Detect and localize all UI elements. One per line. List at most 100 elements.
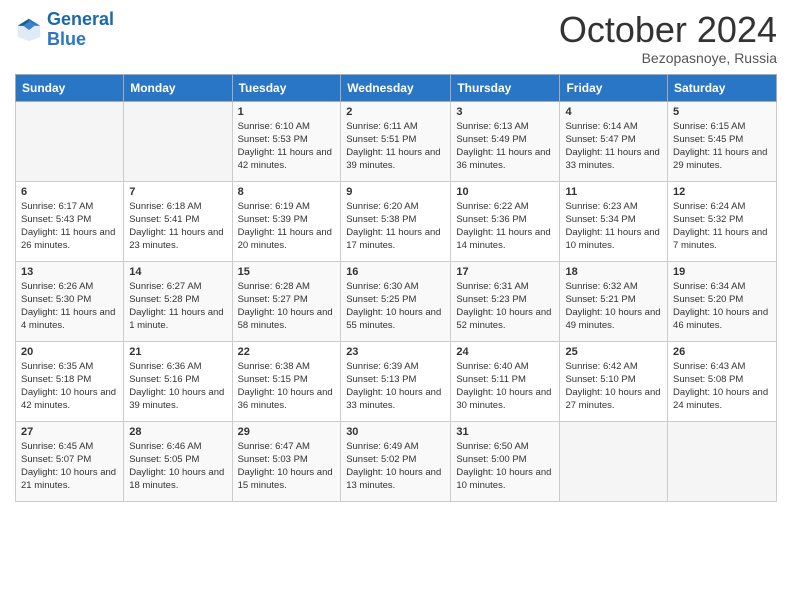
calendar-cell: 23Sunrise: 6:39 AMSunset: 5:13 PMDayligh… xyxy=(341,341,451,421)
day-number: 13 xyxy=(21,266,118,278)
weekday-header-sunday: Sunday xyxy=(16,74,124,101)
month-title: October 2024 xyxy=(559,10,777,50)
day-number: 28 xyxy=(129,426,226,438)
logo-blue: Blue xyxy=(47,29,86,49)
day-info: Sunrise: 6:46 AMSunset: 5:05 PMDaylight:… xyxy=(129,440,226,493)
calendar-cell: 9 Sunrise: 6:20 AMSunset: 5:38 PMDaylight… xyxy=(341,181,451,261)
calendar-cell: 7Sunrise: 6:18 AMSunset: 5:41 PMDaylight… xyxy=(124,181,232,261)
day-number: 23 xyxy=(346,346,445,358)
calendar-cell: 3Sunrise: 6:13 AMSunset: 5:49 PMDaylight… xyxy=(451,101,560,181)
day-info: Sunrise: 6:45 AMSunset: 5:07 PMDaylight:… xyxy=(21,440,118,493)
day-number: 24 xyxy=(456,346,554,358)
calendar-cell: 8 Sunrise: 6:19 AMSunset: 5:39 PMDaylight… xyxy=(232,181,341,261)
weekday-header-monday: Monday xyxy=(124,74,232,101)
title-block: October 2024 Bezopasnoye, Russia xyxy=(559,10,777,66)
day-info: Sunrise: 6:11 AMSunset: 5:51 PMDaylight:… xyxy=(346,120,445,173)
day-number: 15 xyxy=(238,266,336,278)
day-info: Sunrise: 6:18 AMSunset: 5:41 PMDaylight:… xyxy=(129,200,226,253)
day-number: 20 xyxy=(21,346,118,358)
weekday-header-tuesday: Tuesday xyxy=(232,74,341,101)
page: General Blue October 2024 Bezopasnoye, R… xyxy=(0,0,792,612)
day-number: 25 xyxy=(565,346,662,358)
day-number: 1 xyxy=(238,106,336,118)
calendar-cell: 6Sunrise: 6:17 AMSunset: 5:43 PMDaylight… xyxy=(16,181,124,261)
day-info: Sunrise: 6:38 AMSunset: 5:15 PMDaylight:… xyxy=(238,360,336,413)
calendar-cell: 29Sunrise: 6:47 AMSunset: 5:03 PMDayligh… xyxy=(232,421,341,501)
day-number: 29 xyxy=(238,426,336,438)
day-info: Sunrise: 6:22 AMSunset: 5:36 PMDaylight:… xyxy=(456,200,554,253)
header: General Blue October 2024 Bezopasnoye, R… xyxy=(15,10,777,66)
day-number: 30 xyxy=(346,426,445,438)
calendar-cell: 21 Sunrise: 6:36 AMSunset: 5:16 PMDayligh… xyxy=(124,341,232,421)
calendar-cell: 16Sunrise: 6:30 AMSunset: 5:25 PMDayligh… xyxy=(341,261,451,341)
day-number: 10 xyxy=(456,186,554,198)
calendar-cell: 17 Sunrise: 6:31 AMSunset: 5:23 PMDayligh… xyxy=(451,261,560,341)
calendar-cell xyxy=(16,101,124,181)
day-info: Sunrise: 6:35 AMSunset: 5:18 PMDaylight:… xyxy=(21,360,118,413)
calendar-cell: 27 Sunrise: 6:45 AMSunset: 5:07 PMDayligh… xyxy=(16,421,124,501)
calendar-cell: 15 Sunrise: 6:28 AMSunset: 5:27 PMDayligh… xyxy=(232,261,341,341)
week-row-4: 20 Sunrise: 6:35 AMSunset: 5:18 PMDayligh… xyxy=(16,341,777,421)
calendar-cell: 18Sunrise: 6:32 AMSunset: 5:21 PMDayligh… xyxy=(560,261,668,341)
day-number: 11 xyxy=(565,186,662,198)
day-info: Sunrise: 6:26 AMSunset: 5:30 PMDaylight:… xyxy=(21,280,118,333)
day-number: 14 xyxy=(129,266,226,278)
day-info: Sunrise: 6:19 AMSunset: 5:39 PMDaylight:… xyxy=(238,200,336,253)
day-number: 27 xyxy=(21,426,118,438)
calendar-cell: 13 Sunrise: 6:26 AMSunset: 5:30 PMDayligh… xyxy=(16,261,124,341)
day-info: Sunrise: 6:36 AMSunset: 5:16 PMDaylight:… xyxy=(129,360,226,413)
weekday-header-row: SundayMondayTuesdayWednesdayThursdayFrid… xyxy=(16,74,777,101)
day-number: 9 xyxy=(346,186,445,198)
day-info: Sunrise: 6:32 AMSunset: 5:21 PMDaylight:… xyxy=(565,280,662,333)
day-number: 12 xyxy=(673,186,771,198)
calendar: SundayMondayTuesdayWednesdayThursdayFrid… xyxy=(15,74,777,502)
day-info: Sunrise: 6:40 AMSunset: 5:11 PMDaylight:… xyxy=(456,360,554,413)
day-info: Sunrise: 6:31 AMSunset: 5:23 PMDaylight:… xyxy=(456,280,554,333)
day-number: 21 xyxy=(129,346,226,358)
calendar-cell: 20 Sunrise: 6:35 AMSunset: 5:18 PMDayligh… xyxy=(16,341,124,421)
calendar-cell: 5Sunrise: 6:15 AMSunset: 5:45 PMDaylight… xyxy=(668,101,777,181)
day-info: Sunrise: 6:20 AMSunset: 5:38 PMDaylight:… xyxy=(346,200,445,253)
weekday-header-wednesday: Wednesday xyxy=(341,74,451,101)
day-info: Sunrise: 6:10 AMSunset: 5:53 PMDaylight:… xyxy=(238,120,336,173)
calendar-cell: 24 Sunrise: 6:40 AMSunset: 5:11 PMDayligh… xyxy=(451,341,560,421)
location: Bezopasnoye, Russia xyxy=(559,50,777,66)
day-info: Sunrise: 6:34 AMSunset: 5:20 PMDaylight:… xyxy=(673,280,771,333)
calendar-cell xyxy=(668,421,777,501)
calendar-cell: 19Sunrise: 6:34 AMSunset: 5:20 PMDayligh… xyxy=(668,261,777,341)
week-row-5: 27 Sunrise: 6:45 AMSunset: 5:07 PMDayligh… xyxy=(16,421,777,501)
logo-text: General Blue xyxy=(47,10,114,50)
weekday-header-friday: Friday xyxy=(560,74,668,101)
calendar-cell xyxy=(560,421,668,501)
calendar-cell: 31Sunrise: 6:50 AMSunset: 5:00 PMDayligh… xyxy=(451,421,560,501)
day-info: Sunrise: 6:14 AMSunset: 5:47 PMDaylight:… xyxy=(565,120,662,173)
calendar-cell: 12 Sunrise: 6:24 AMSunset: 5:32 PMDayligh… xyxy=(668,181,777,261)
day-number: 4 xyxy=(565,106,662,118)
calendar-cell: 25 Sunrise: 6:42 AMSunset: 5:10 PMDayligh… xyxy=(560,341,668,421)
day-number: 17 xyxy=(456,266,554,278)
day-info: Sunrise: 6:30 AMSunset: 5:25 PMDaylight:… xyxy=(346,280,445,333)
calendar-cell: 11 Sunrise: 6:23 AMSunset: 5:34 PMDayligh… xyxy=(560,181,668,261)
calendar-cell: 30Sunrise: 6:49 AMSunset: 5:02 PMDayligh… xyxy=(341,421,451,501)
day-info: Sunrise: 6:17 AMSunset: 5:43 PMDaylight:… xyxy=(21,200,118,253)
week-row-3: 13 Sunrise: 6:26 AMSunset: 5:30 PMDayligh… xyxy=(16,261,777,341)
calendar-cell: 26Sunrise: 6:43 AMSunset: 5:08 PMDayligh… xyxy=(668,341,777,421)
week-row-2: 6Sunrise: 6:17 AMSunset: 5:43 PMDaylight… xyxy=(16,181,777,261)
logo-general: General xyxy=(47,9,114,29)
day-info: Sunrise: 6:23 AMSunset: 5:34 PMDaylight:… xyxy=(565,200,662,253)
logo-icon xyxy=(15,16,43,44)
day-info: Sunrise: 6:27 AMSunset: 5:28 PMDaylight:… xyxy=(129,280,226,333)
day-number: 8 xyxy=(238,186,336,198)
day-info: Sunrise: 6:28 AMSunset: 5:27 PMDaylight:… xyxy=(238,280,336,333)
logo: General Blue xyxy=(15,10,114,50)
weekday-header-saturday: Saturday xyxy=(668,74,777,101)
day-info: Sunrise: 6:42 AMSunset: 5:10 PMDaylight:… xyxy=(565,360,662,413)
day-info: Sunrise: 6:24 AMSunset: 5:32 PMDaylight:… xyxy=(673,200,771,253)
calendar-cell: 4 Sunrise: 6:14 AMSunset: 5:47 PMDaylight… xyxy=(560,101,668,181)
day-number: 26 xyxy=(673,346,771,358)
day-info: Sunrise: 6:15 AMSunset: 5:45 PMDaylight:… xyxy=(673,120,771,173)
calendar-cell: 22Sunrise: 6:38 AMSunset: 5:15 PMDayligh… xyxy=(232,341,341,421)
day-info: Sunrise: 6:13 AMSunset: 5:49 PMDaylight:… xyxy=(456,120,554,173)
day-number: 31 xyxy=(456,426,554,438)
calendar-cell xyxy=(124,101,232,181)
